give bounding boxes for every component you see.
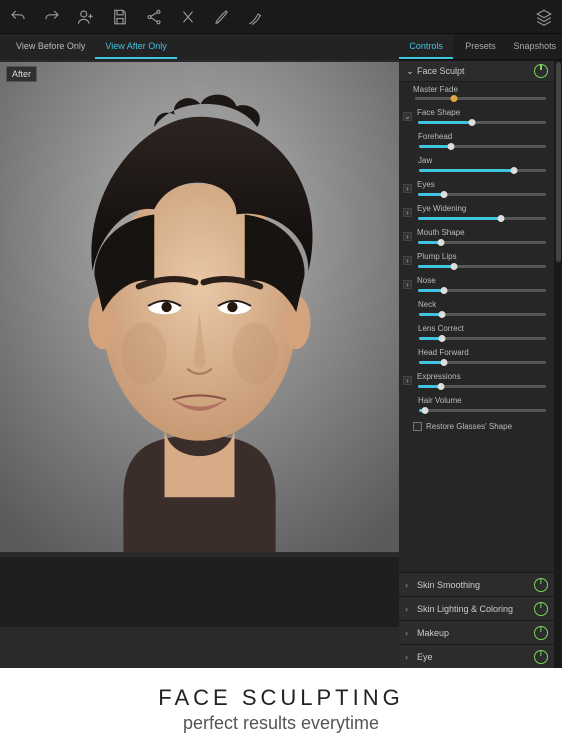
expand-chevron-icon[interactable]: ›: [403, 376, 412, 385]
chevron-right-icon: ›: [405, 580, 415, 590]
tab-snapshots[interactable]: Snapshots: [508, 34, 562, 59]
portrait-image: [0, 62, 399, 552]
slider-row: › Eyes: [399, 178, 554, 202]
power-toggle[interactable]: [534, 578, 548, 592]
checkbox-label: Restore Glasses' Shape: [426, 422, 512, 431]
controls-sidebar: Controls Presets Snapshots ⌄ Face Sculpt…: [399, 34, 562, 668]
undo-icon[interactable]: [8, 7, 28, 27]
brush-icon[interactable]: [212, 7, 232, 27]
checkbox-icon: [413, 422, 422, 431]
marketing-subtitle: perfect results everytime: [183, 713, 379, 734]
slider-jaw[interactable]: [419, 169, 546, 172]
brush2-icon[interactable]: [246, 7, 266, 27]
slider-label: Master Fade: [399, 82, 554, 95]
slider-label: Head Forward: [418, 348, 548, 357]
slider-hair-volume[interactable]: [419, 409, 546, 412]
slider-row: › Mouth Shape: [399, 226, 554, 250]
power-toggle[interactable]: [534, 650, 548, 664]
power-toggle[interactable]: [534, 64, 548, 78]
power-toggle[interactable]: [534, 626, 548, 640]
share-icon[interactable]: [144, 7, 164, 27]
marketing-caption: FACE SCULPTING perfect results everytime: [0, 668, 562, 750]
slider-label: Mouth Shape: [417, 228, 548, 237]
save-icon[interactable]: [110, 7, 130, 27]
expand-chevron-icon[interactable]: ⌄: [403, 112, 412, 121]
slider-row: › Expressions: [399, 370, 554, 394]
slider-row: Hair Volume: [399, 394, 554, 418]
slider-eyes[interactable]: [418, 193, 546, 196]
slider-row: Head Forward: [399, 346, 554, 370]
restore-glasses-checkbox[interactable]: Restore Glasses' Shape: [399, 418, 554, 435]
layers-icon[interactable]: [534, 7, 554, 27]
slider-master-fade[interactable]: [415, 97, 546, 100]
marketing-title: FACE SCULPTING: [158, 685, 403, 711]
section-makeup[interactable]: ›Makeup: [399, 620, 554, 644]
section-label: Face Sculpt: [415, 66, 534, 76]
expand-chevron-icon[interactable]: ›: [403, 208, 412, 217]
slider-row: Lens Correct: [399, 322, 554, 346]
section-skin-smoothing[interactable]: ›Skin Smoothing: [399, 572, 554, 596]
slider-label: Lens Correct: [418, 324, 548, 333]
chevron-down-icon: ⌄: [405, 66, 415, 77]
view-tabs: View Before Only View After Only: [0, 34, 399, 60]
tab-presets[interactable]: Presets: [453, 34, 507, 59]
tab-controls[interactable]: Controls: [399, 34, 453, 59]
tab-view-before[interactable]: View Before Only: [6, 35, 95, 59]
expand-chevron-icon[interactable]: ›: [403, 280, 412, 289]
slider-label: Hair Volume: [418, 396, 548, 405]
power-toggle[interactable]: [534, 602, 548, 616]
chevron-right-icon: ›: [405, 604, 415, 614]
slider-row: › Nose: [399, 274, 554, 298]
slider-row: Neck: [399, 298, 554, 322]
tab-view-after[interactable]: View After Only: [95, 35, 176, 59]
section-face-sculpt[interactable]: ⌄ Face Sculpt: [399, 60, 554, 82]
slider-expressions[interactable]: [418, 385, 546, 388]
add-person-icon[interactable]: [76, 7, 96, 27]
slider-row: Jaw: [399, 154, 554, 178]
redo-icon[interactable]: [42, 7, 62, 27]
slider-row: Forehead: [399, 130, 554, 154]
slider-head-forward[interactable]: [419, 361, 546, 364]
slider-label: Plump Lips: [417, 252, 548, 261]
section-eye[interactable]: ›Eye: [399, 644, 554, 668]
slider-face-shape[interactable]: [418, 121, 546, 124]
slider-label: Neck: [418, 300, 548, 309]
slider-mouth-shape[interactable]: [418, 241, 546, 244]
sidebar-scrollbar[interactable]: [554, 60, 562, 668]
section-label: Eye: [415, 652, 534, 662]
slider-label: Eyes: [417, 180, 548, 189]
image-viewport: View Before Only View After Only After: [0, 34, 399, 668]
chevron-right-icon: ›: [405, 628, 415, 638]
slider-forehead[interactable]: [419, 145, 546, 148]
slider-label: Forehead: [418, 132, 548, 141]
chevron-right-icon: ›: [405, 652, 415, 662]
slider-label: Expressions: [417, 372, 548, 381]
slider-lens-correct[interactable]: [419, 337, 546, 340]
slider-label: Eye Widening: [417, 204, 548, 213]
expand-chevron-icon[interactable]: ›: [403, 184, 412, 193]
after-badge: After: [6, 66, 37, 82]
section-skin-lighting-coloring[interactable]: ›Skin Lighting & Coloring: [399, 596, 554, 620]
slider-row: ⌄ Face Shape: [399, 106, 554, 130]
slider-label: Face Shape: [417, 108, 548, 117]
crop-icon[interactable]: [178, 7, 198, 27]
expand-chevron-icon[interactable]: ›: [403, 256, 412, 265]
section-label: Skin Lighting & Coloring: [415, 604, 534, 614]
slider-label: Nose: [417, 276, 548, 285]
slider-eye-widening[interactable]: [418, 217, 546, 220]
expand-chevron-icon[interactable]: ›: [403, 232, 412, 241]
top-toolbar: [0, 0, 562, 34]
section-label: Makeup: [415, 628, 534, 638]
section-label: Skin Smoothing: [415, 580, 534, 590]
slider-row: › Eye Widening: [399, 202, 554, 226]
slider-label: Jaw: [418, 156, 548, 165]
slider-plump-lips[interactable]: [418, 265, 546, 268]
slider-nose[interactable]: [418, 289, 546, 292]
slider-row: › Plump Lips: [399, 250, 554, 274]
slider-neck[interactable]: [419, 313, 546, 316]
